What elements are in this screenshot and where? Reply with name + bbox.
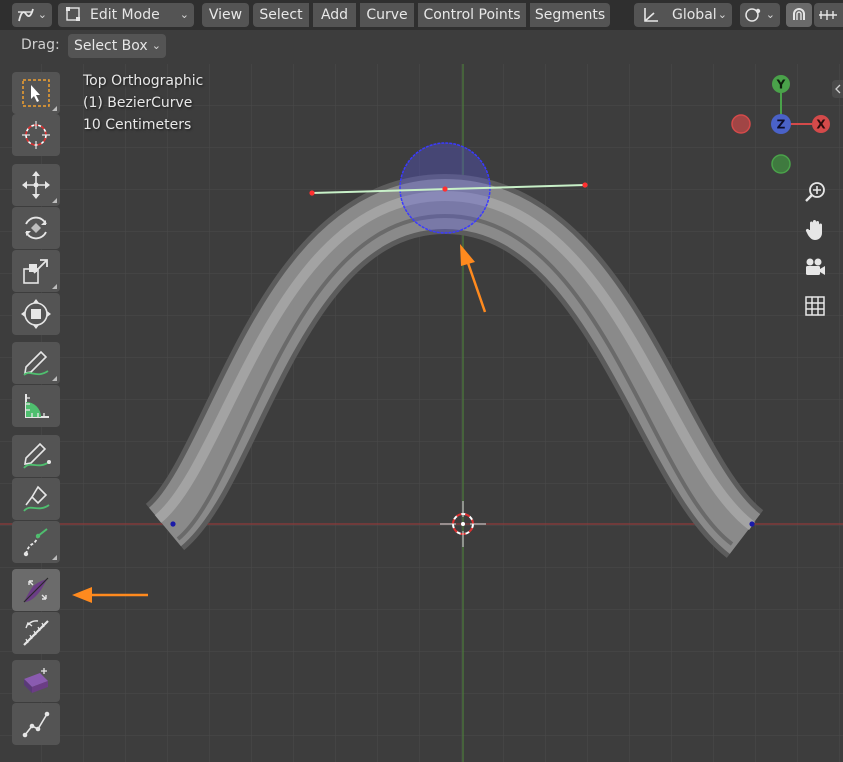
tool-tilt[interactable] (12, 612, 60, 654)
orientation-select[interactable]: Global ⌄ (634, 3, 732, 27)
gizmo-neg-y[interactable] (771, 154, 791, 174)
tool-vertex-randomize[interactable] (12, 703, 60, 745)
drag-label: Drag: (21, 37, 60, 53)
gizmo-neg-x[interactable] (731, 114, 751, 134)
zoom-icon (805, 182, 825, 202)
editor-type-button[interactable]: ⌄ (12, 3, 52, 27)
rotate-icon (25, 216, 47, 240)
tool-draw[interactable] (12, 435, 60, 477)
pan-button[interactable] (803, 218, 827, 242)
tool-move[interactable] (12, 164, 60, 206)
handle-left-point[interactable] (309, 190, 315, 196)
camera-view-button[interactable] (803, 256, 827, 280)
gizmo-x-label: X (816, 118, 826, 132)
chevron-down-icon: ⌄ (717, 8, 727, 21)
randomize-icon (24, 668, 48, 693)
menu-select[interactable]: Select (253, 3, 309, 27)
curve-start-point[interactable] (170, 521, 176, 527)
pivot-point-icon (745, 8, 761, 22)
transform-orientation-icon (644, 8, 658, 22)
move-icon (22, 171, 50, 199)
tilt-icon (23, 620, 49, 646)
menu-view[interactable]: View (202, 3, 249, 27)
annotate-pencil-icon (23, 350, 49, 376)
tool-more-indicator (52, 376, 57, 381)
tool-rotate[interactable] (12, 207, 60, 249)
radius-icon (23, 577, 49, 603)
curve-end-point[interactable] (749, 521, 755, 527)
tool-more-indicator (52, 106, 57, 111)
menu-add[interactable]: Add (313, 3, 356, 27)
mode-label: Edit Mode (90, 7, 160, 23)
orientation-label: Global (672, 7, 717, 23)
vertex-path-icon (22, 711, 50, 738)
proportional-edit-button[interactable] (814, 3, 843, 27)
tool-scale[interactable] (12, 250, 60, 292)
zoom-button[interactable] (803, 180, 827, 204)
gizmo-y-label: Y (776, 78, 786, 92)
select-box-icon (22, 79, 50, 107)
menu-curve[interactable]: Curve (360, 3, 414, 27)
tool-measure[interactable] (12, 385, 60, 427)
mode-select[interactable]: Edit Mode ⌄ (58, 3, 194, 27)
menu-segments[interactable]: Segments (530, 3, 610, 27)
chevron-down-icon: ⌄ (765, 8, 775, 21)
chevron-down-icon: ⌄ (151, 39, 161, 52)
pen-icon (23, 485, 50, 512)
scale-icon (23, 259, 48, 284)
blender-window: ⌄ Edit Mode ⌄ View Select Add Curve Cont… (0, 0, 843, 762)
tool-randomize[interactable] (12, 660, 60, 702)
tool-extrude-cursor[interactable] (12, 521, 60, 563)
measure-icon (25, 394, 49, 418)
hand-pan-icon (805, 220, 822, 240)
draw-curve-icon (23, 442, 51, 469)
curve-editor-icon (18, 8, 34, 22)
gizmo-z-label: Z (777, 118, 786, 132)
chevron-down-icon: ⌄ (179, 8, 189, 21)
cursor-icon (22, 121, 50, 149)
magnet-snap-icon (793, 8, 805, 20)
proportional-edit-icon (819, 10, 837, 20)
viewport-header: ⌄ Edit Mode ⌄ View Select Add Curve Cont… (0, 0, 843, 30)
tool-more-indicator (52, 198, 57, 203)
tool-annotate[interactable] (12, 342, 60, 384)
menu-control-points[interactable]: Control Points (418, 3, 526, 27)
drag-select[interactable]: Select Box ⌄ (68, 34, 166, 58)
camera-icon (806, 258, 825, 275)
pivot-point-button[interactable]: ⌄ (740, 3, 780, 27)
tool-transform[interactable] (12, 293, 60, 335)
tool-pen[interactable] (12, 478, 60, 520)
sidebar-toggle[interactable] (832, 80, 843, 98)
tool-more-indicator (52, 284, 57, 289)
tool-select-box[interactable] (12, 72, 60, 114)
snap-toggle[interactable] (786, 3, 812, 27)
3d-viewport[interactable]: Y Z X (0, 64, 843, 762)
chevron-down-icon: ⌄ (37, 8, 47, 21)
ortho-toggle-button[interactable] (803, 294, 827, 318)
grid-scale-label: 10 Centimeters (83, 117, 192, 133)
transform-icon (21, 299, 51, 329)
object-name-label: (1) BezierCurve (83, 95, 193, 111)
edit-mode-icon (66, 7, 80, 21)
tool-radius[interactable] (12, 569, 60, 611)
extrude-curve-icon (23, 528, 48, 557)
grid-icon (805, 296, 825, 316)
tool-cursor[interactable] (12, 114, 60, 156)
view-name-label: Top Orthographic (83, 73, 204, 89)
control-point[interactable] (442, 186, 448, 192)
handle-right-point[interactable] (582, 182, 588, 188)
drag-value: Select Box (74, 38, 148, 54)
tool-settings-bar: Drag: Select Box ⌄ (0, 30, 843, 64)
tool-more-indicator (52, 555, 57, 560)
